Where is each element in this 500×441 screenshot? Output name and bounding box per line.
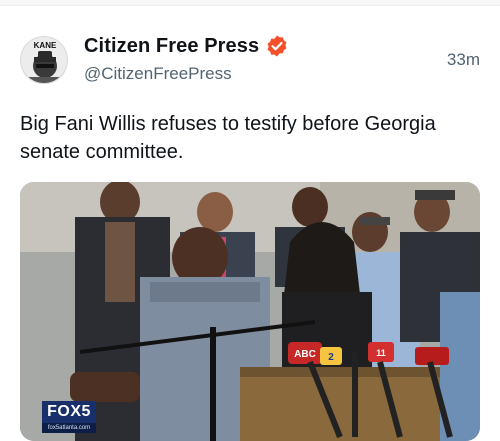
mic-flag-label: ABC: [294, 349, 316, 360]
post-timestamp[interactable]: 33m: [447, 50, 480, 70]
station-watermark: FOX5 fox5atlanta.com: [42, 401, 96, 433]
author-display-name[interactable]: Citizen Free Press: [84, 35, 259, 58]
verified-badge-icon: [265, 34, 289, 58]
author-handle[interactable]: @CitizenFreePress: [84, 64, 232, 84]
post-text: Big Fani Willis refuses to testify befor…: [20, 113, 436, 163]
mic-flag-label-3: 11: [376, 348, 386, 358]
avatar-label: KANE: [34, 41, 57, 50]
post-card[interactable]: KANE Citizen Free Press @CitizenFreePres…: [0, 6, 500, 441]
author-name-row: Citizen Free Press: [84, 34, 289, 58]
station-site: fox5atlanta.com: [42, 423, 96, 433]
mic-flag-label-2: 2: [328, 352, 334, 363]
station-logo: FOX5: [42, 401, 96, 423]
post-media-image[interactable]: ABC 2 11 FOX5 fox5atlanta.com: [20, 182, 480, 441]
avatar[interactable]: KANE: [20, 36, 68, 84]
